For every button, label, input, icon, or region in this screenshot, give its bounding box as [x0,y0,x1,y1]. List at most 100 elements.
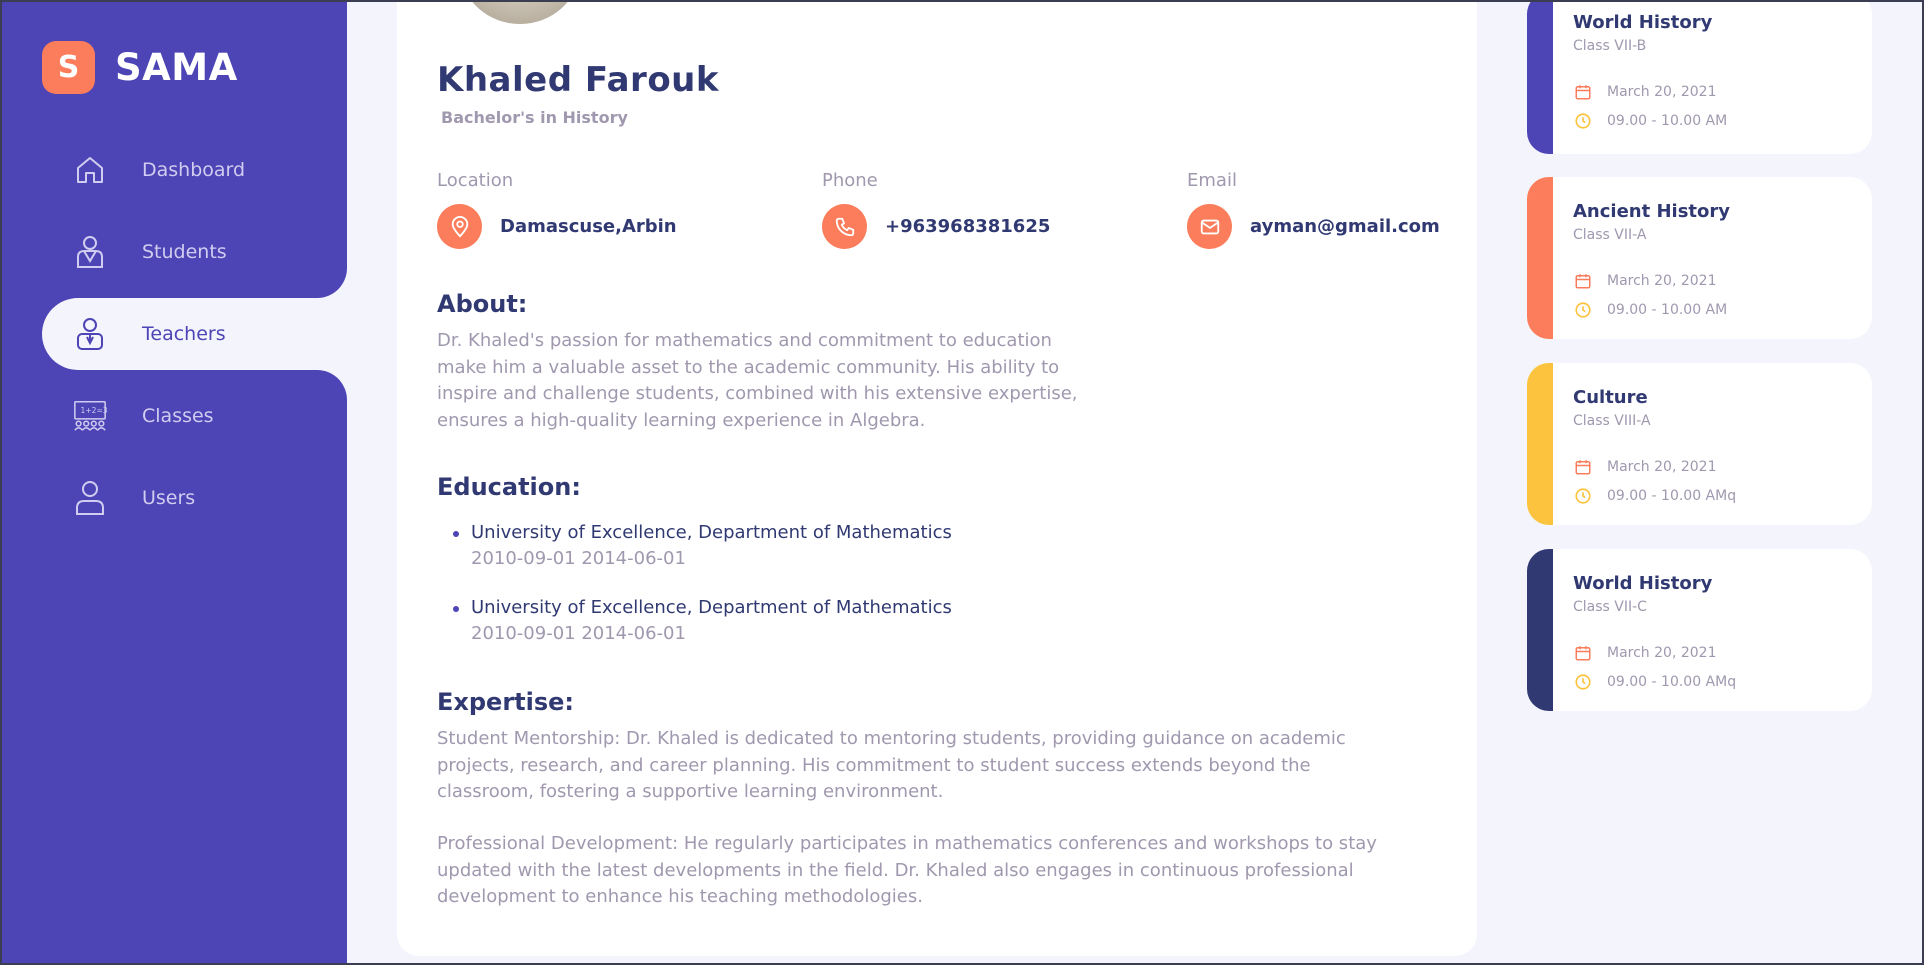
brand-logo[interactable]: S SAMA [42,41,238,94]
education-title: Education: [437,473,581,501]
clock-icon [1573,111,1593,131]
schedule-card[interactable]: Culture Class VIII-A March 20, 2021 09.0… [1527,363,1872,525]
schedule-title: World History [1573,12,1713,33]
avatar [455,0,585,30]
education-dates: 2010-09-01 2014-06-01 [471,548,686,569]
expertise-text-2: Professional Development: He regularly p… [437,831,1377,911]
sidebar-item-label: Teachers [142,323,226,345]
phone-label: Phone [822,170,878,191]
phone-icon[interactable] [822,204,867,249]
schedule-time: 09.00 - 10.00 AM [1573,111,1727,131]
schedule-time-text: 09.00 - 10.00 AMq [1607,674,1737,690]
schedule-card[interactable]: World History Class VII-C March 20, 2021… [1527,549,1872,711]
list-item: University of Excellence, Department of … [437,595,1137,647]
schedule-class: Class VII-A [1573,227,1647,243]
schedule-date: March 20, 2021 [1573,271,1716,291]
about-line: inspire and challenge students, combined… [437,383,1078,404]
student-icon [72,234,108,270]
sidebar-item-students[interactable]: Students [42,216,347,288]
email-label: Email [1187,170,1237,191]
schedule-time: 09.00 - 10.00 AM [1573,300,1727,320]
schedule-color-bar [1527,0,1553,154]
clock-icon [1573,300,1593,320]
schedule-title: World History [1573,573,1713,594]
schedule-color-bar [1527,363,1553,525]
logo-badge: S [42,41,95,94]
schedule-date-text: March 20, 2021 [1607,645,1717,661]
expertise-line: Professional Development: He regularly p… [437,833,1377,854]
schedule-time-text: 09.00 - 10.00 AM [1607,302,1728,318]
home-icon [72,152,108,188]
email-info: Email ayman@gmail.com [1187,170,1440,249]
education-institution: University of Excellence, Department of … [471,522,952,543]
sidebar-nav: Dashboard Students Teachers 1+2=3 Classe… [42,134,347,544]
clock-icon [1573,672,1593,692]
schedule-date: March 20, 2021 [1573,82,1716,102]
about-line: ensures a high-quality learning experien… [437,409,926,431]
schedule-time-text: 09.00 - 10.00 AMq [1607,488,1737,504]
schedule-time: 09.00 - 10.00 AMq [1573,486,1736,506]
sidebar-item-users[interactable]: Users [42,462,347,534]
about-line: make him a valuable asset to the academi… [437,356,1060,378]
expertise-line: updated with the latest developments in … [437,859,1354,881]
list-item: University of Excellence, Department of … [437,520,1137,572]
teacher-name: Khaled Farouk [437,60,720,100]
calendar-icon [1573,271,1593,291]
brand-name: SAMA [115,46,238,89]
svg-text:1+2=3: 1+2=3 [81,406,108,415]
expertise-title: Expertise: [437,688,575,716]
map-pin-icon [437,204,482,249]
schedule-class: Class VII-C [1573,599,1647,615]
schedule-title: Ancient History [1573,201,1731,222]
teacher-profile-card: Khaled Farouk Bachelor's in History Loca… [397,0,1477,956]
sidebar-item-classes[interactable]: 1+2=3 Classes [42,380,347,452]
expertise-line: projects, research, and career planning.… [437,754,1311,776]
about-text: Dr. Khaled's passion for mathematics and… [437,328,1078,434]
schedule-class: Class VIII-A [1573,413,1651,429]
sidebar: S SAMA Dashboard Students Teachers 1+2=3 [0,0,347,965]
calendar-icon [1573,82,1593,102]
teacher-degree: Bachelor's in History [441,108,628,127]
schedule-title: Culture [1573,387,1648,408]
teacher-icon [72,316,108,352]
classroom-icon: 1+2=3 [72,398,108,434]
schedule-date-text: March 20, 2021 [1607,84,1717,100]
sidebar-item-label: Users [142,487,196,509]
schedule-time: 09.00 - 10.00 AMq [1573,672,1736,692]
user-icon [72,480,108,516]
mail-icon[interactable] [1187,204,1232,249]
schedule-card[interactable]: Ancient History Class VII-A March 20, 20… [1527,177,1872,339]
email-value[interactable]: ayman@gmail.com [1250,216,1440,237]
phone-info: Phone +963968381625 [822,170,1050,249]
schedule-color-bar [1527,549,1553,711]
phone-value[interactable]: +963968381625 [885,216,1050,237]
expertise-line: Student Mentorship: Dr. Khaled is dedica… [437,728,1346,749]
clock-icon [1573,486,1593,506]
expertise-text-1: Student Mentorship: Dr. Khaled is dedica… [437,726,1346,806]
location-info: Location Damascuse,Arbin [437,170,677,249]
schedule-date-text: March 20, 2021 [1607,459,1717,475]
sidebar-item-teachers[interactable]: Teachers [42,298,347,370]
location-label: Location [437,170,514,191]
schedule-date: March 20, 2021 [1573,457,1716,477]
schedule-date: March 20, 2021 [1573,643,1716,663]
expertise-line: classroom, fostering a supportive learni… [437,781,944,802]
sidebar-item-label: Classes [142,405,214,427]
about-line: Dr. Khaled's passion for mathematics and… [437,330,1052,351]
sidebar-item-label: Students [142,241,227,263]
schedule-date-text: March 20, 2021 [1607,273,1717,289]
schedule-color-bar [1527,177,1553,339]
sidebar-item-label: Dashboard [142,159,246,181]
location-value: Damascuse,Arbin [500,216,677,237]
education-institution: University of Excellence, Department of … [471,597,952,618]
education-dates: 2010-09-01 2014-06-01 [471,623,686,644]
about-title: About: [437,290,528,318]
schedule-card[interactable]: World History Class VII-B March 20, 2021… [1527,0,1872,154]
calendar-icon [1573,457,1593,477]
schedule-time-text: 09.00 - 10.00 AM [1607,113,1728,129]
education-list: University of Excellence, Department of … [437,520,1137,670]
expertise-line: development to enhance his teaching meth… [437,886,923,907]
calendar-icon [1573,643,1593,663]
sidebar-item-dashboard[interactable]: Dashboard [42,134,347,206]
schedule-class: Class VII-B [1573,38,1647,54]
